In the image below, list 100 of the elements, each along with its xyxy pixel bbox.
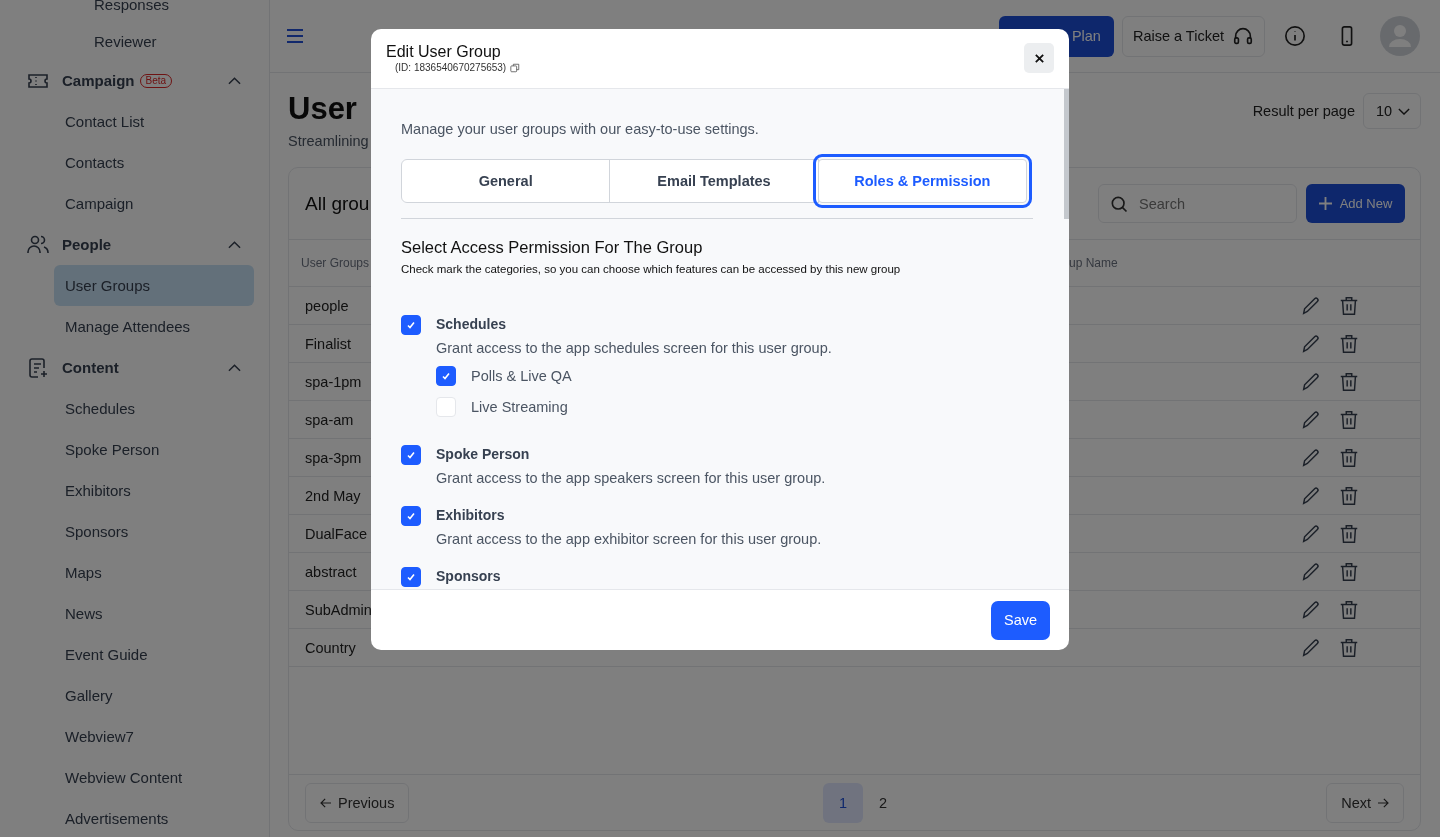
dialog-intro-text: Manage your user groups with our easy-to-use settings. [401,121,760,137]
sidebar-item[interactable]: Contacts [54,142,254,183]
previous-button[interactable]: Previous [305,782,410,823]
delete-icon[interactable] [1338,370,1360,393]
sidebar-item[interactable]: Gallery [54,675,254,716]
save-button[interactable]: Save [991,600,1050,640]
delete-icon[interactable] [1338,446,1360,469]
result-per-page-select[interactable]: 10 [1363,93,1421,129]
sidebar-item[interactable]: Webview7 [54,716,254,757]
checkbox[interactable] [401,315,421,335]
check-icon [440,370,452,382]
menu-icon[interactable] [287,29,303,43]
edit-icon[interactable] [1300,636,1322,659]
arrow-right-icon [1377,797,1389,808]
column-header: User Groups [301,256,370,270]
delete-icon[interactable] [1338,294,1360,317]
table-cell: spa-3pm [305,449,362,466]
sidebar-item[interactable]: Contact List [54,101,254,142]
sidebar-section-title[interactable]: Campaign [62,72,135,89]
table-cell: Country [305,639,356,656]
edit-icon[interactable] [1300,522,1322,545]
edit-icon[interactable] [1300,598,1322,621]
plus-icon [1318,197,1332,210]
delete-icon[interactable] [1338,598,1360,621]
page-title: User [288,91,358,127]
delete-icon[interactable] [1338,484,1360,507]
checkbox[interactable] [401,445,421,465]
edit-icon[interactable] [1300,446,1322,469]
check-icon [405,449,417,461]
delete-icon[interactable] [1338,636,1360,659]
chevron-down-icon [1398,107,1410,115]
sidebar-section-title[interactable]: Content [62,359,119,376]
table-cell: spa-am [305,411,354,428]
table-cell: Finalist [305,335,351,352]
checkbox[interactable] [401,506,421,526]
section-description: Check mark the categories, so you can choose which features can be accessed by this new group [401,263,902,275]
checkbox[interactable] [401,567,421,587]
table-cell: abstract [305,563,357,580]
info-icon[interactable] [1284,25,1306,47]
sidebar-item[interactable]: Schedules [54,388,254,429]
permission-description: Grant access to the app exhibitor screen for this user group. [436,531,822,547]
delete-icon[interactable] [1338,522,1360,545]
tab[interactable]: Email Templates [609,159,819,203]
arrow-left-icon [320,797,332,808]
sidebar-item[interactable]: Event Guide [54,634,254,675]
column-header: up Name [1069,256,1118,270]
document-plus-icon [26,355,50,380]
sidebar-item[interactable]: Reviewer [0,23,269,60]
edit-icon[interactable] [1300,332,1322,355]
close-icon [1033,52,1045,64]
permission-label: Spoke Person [436,445,531,463]
sidebar-item[interactable]: Exhibitors [54,470,254,511]
table-cell: people [305,297,349,314]
sidebar-item[interactable]: Spoke Person [54,429,254,470]
chevron-up-icon[interactable] [228,76,241,85]
raise-ticket-button[interactable]: Raise a Ticket [1121,15,1265,57]
dialog-title: Edit User Group [386,43,502,61]
sidebar-item[interactable]: Advertisements [54,798,254,837]
sidebar-item[interactable]: Maps [54,552,254,593]
table-cell: DualFace [305,525,368,542]
close-button[interactable] [1024,43,1054,73]
sidebar-item[interactable]: Manage Attendees [54,306,254,347]
search-icon [1109,194,1129,214]
table-cell: SubAdmin [305,601,372,618]
permission-description: Grant access to the app speakers screen for this user group. [436,470,826,486]
chevron-up-icon[interactable] [228,363,241,372]
search-field[interactable]: Search [1098,184,1297,223]
sidebar-item[interactable]: Responses [0,0,269,23]
scrollbar-thumb[interactable] [1064,89,1069,219]
sidebar-item[interactable]: Campaign [54,183,254,224]
check-icon [405,510,417,522]
copy-icon[interactable] [510,62,521,73]
group-id-text: (ID: 1836540670275653) [395,62,507,73]
next-button[interactable]: Next [1326,782,1404,823]
page-subtitle: Streamlining [288,133,369,149]
edit-icon[interactable] [1300,370,1322,393]
table-cell: 2nd May [305,487,361,504]
edit-icon[interactable] [1300,294,1322,317]
add-new-button[interactable]: Add New [1306,184,1405,223]
tab[interactable]: General [401,159,611,203]
result-per-page-label: Result per page [1252,103,1355,119]
edit-icon[interactable] [1300,484,1322,507]
page-button[interactable]: 2 [863,782,903,823]
edit-icon[interactable] [1300,408,1322,431]
card-title: All grou [305,192,370,215]
page-button[interactable]: 1 [823,782,863,823]
edit-icon[interactable] [1300,560,1322,583]
sidebar-item[interactable]: News [54,593,254,634]
delete-icon[interactable] [1338,408,1360,431]
sidebar-section-title[interactable]: People [62,236,112,253]
delete-icon[interactable] [1338,560,1360,583]
checkbox[interactable] [436,366,456,386]
headset-icon [1232,25,1254,47]
permission-option-label: Polls & Live QA [471,368,572,384]
permission-description: Grant access to the app schedules screen for this user group. [436,340,832,356]
sidebar-item[interactable]: Webview Content [54,757,254,798]
sidebar-item[interactable]: User Groups [54,265,254,306]
delete-icon[interactable] [1338,332,1360,355]
sidebar-item[interactable]: Sponsors [54,511,254,552]
chevron-up-icon[interactable] [228,240,241,249]
